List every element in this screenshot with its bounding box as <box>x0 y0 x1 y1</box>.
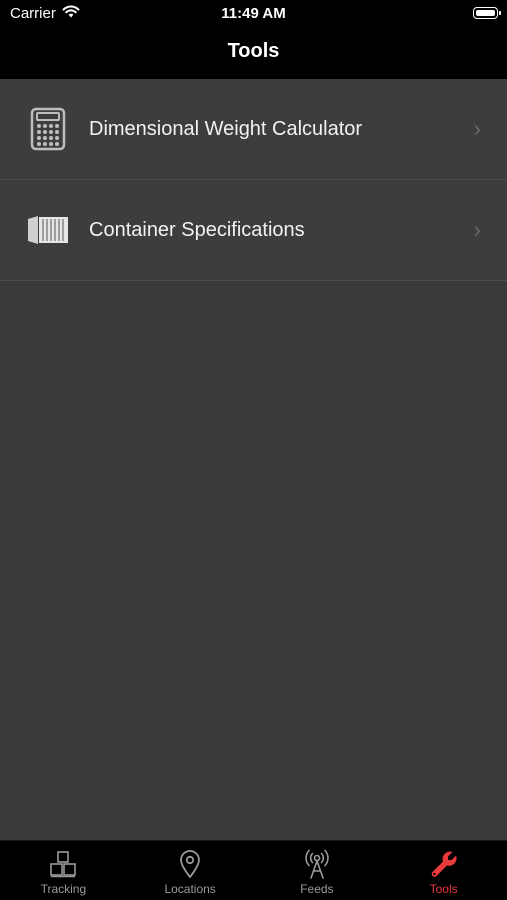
wrench-icon <box>429 848 459 880</box>
tools-screen: Carrier 11:49 AM Tools Dimensional Weigh… <box>0 0 507 900</box>
page-title: Tools <box>227 40 280 62</box>
chevron-right-icon: › <box>473 217 481 242</box>
tab-label: Tools <box>429 882 458 896</box>
shipping-container-icon <box>24 206 72 254</box>
battery-icon <box>473 7 501 19</box>
chevron-right-icon: › <box>473 116 481 141</box>
tools-list: Dimensional Weight Calculator › Containe… <box>0 79 507 281</box>
boxes-icon <box>48 848 78 880</box>
tool-row-label: Dimensional Weight Calculator <box>89 117 363 140</box>
status-bar: Carrier 11:49 AM <box>0 0 507 30</box>
antenna-icon <box>302 848 332 880</box>
tool-row-label: Container Specifications <box>89 218 305 241</box>
tab-locations[interactable]: Locations <box>127 841 254 900</box>
tab-label: Feeds <box>300 882 334 896</box>
map-pin-icon <box>175 848 205 880</box>
tab-label: Locations <box>164 882 216 896</box>
top-bar: Carrier 11:49 AM Tools <box>0 0 507 79</box>
tab-tracking[interactable]: Tracking <box>0 841 127 900</box>
tab-tools[interactable]: Tools <box>380 841 507 900</box>
tab-bar: Tracking Locations Feeds Tools <box>0 840 507 900</box>
tool-row-dimensional-weight[interactable]: Dimensional Weight Calculator › <box>0 79 507 180</box>
tab-feeds[interactable]: Feeds <box>254 841 381 900</box>
tab-label: Tracking <box>40 882 87 896</box>
tool-row-container-specifications[interactable]: Container Specifications › <box>0 180 507 281</box>
clock: 11:49 AM <box>221 5 286 22</box>
calculator-icon <box>24 105 72 153</box>
